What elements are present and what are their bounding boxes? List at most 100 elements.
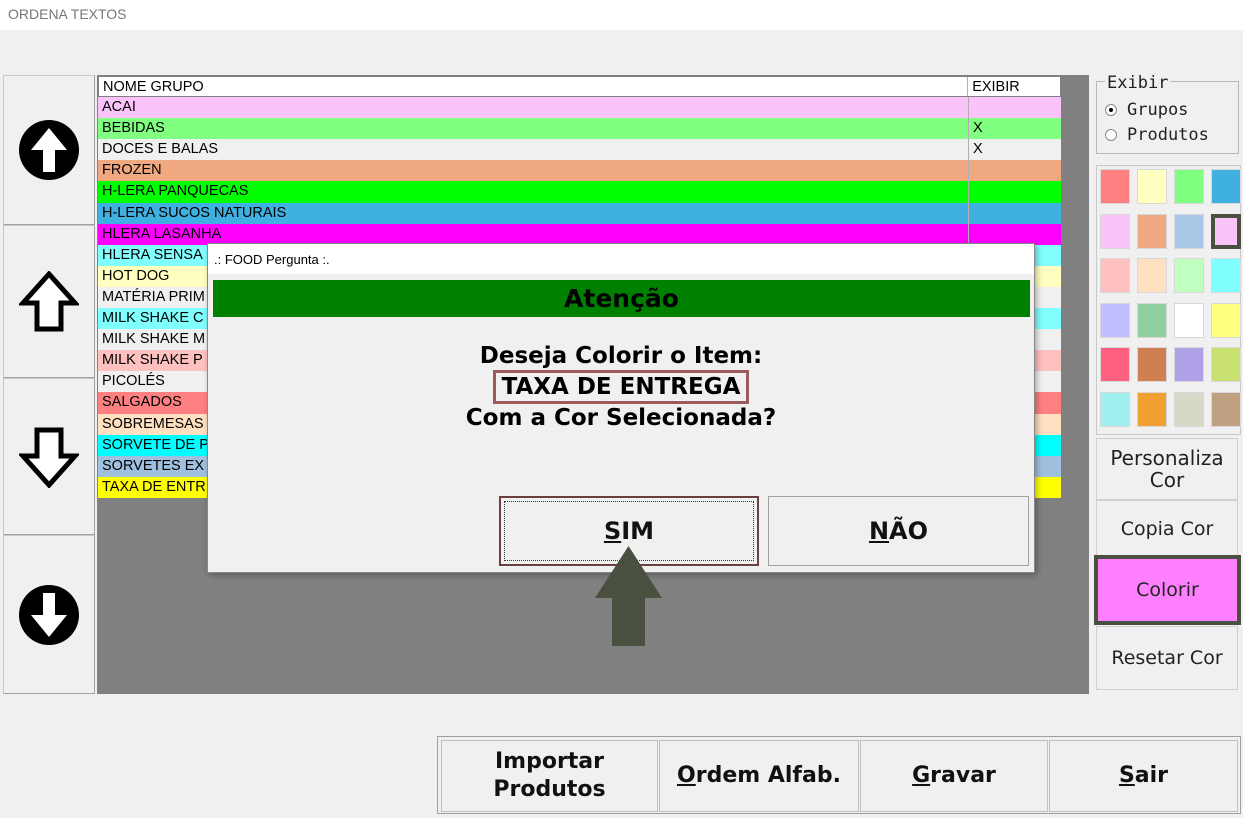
ordem-alfab-rest: rdem Alfab. (695, 763, 841, 788)
table-row[interactable]: DOCES E BALAS X (98, 139, 1061, 161)
move-top-button[interactable] (3, 75, 95, 225)
color-swatch[interactable] (1137, 391, 1167, 427)
row-exibir (969, 181, 1061, 202)
move-up-button[interactable] (3, 225, 95, 378)
color-swatch[interactable] (1211, 302, 1241, 338)
move-down-button[interactable] (3, 378, 95, 535)
color-swatch[interactable] (1137, 302, 1167, 338)
exibir-legend: Exibir (1105, 73, 1171, 93)
color-swatch[interactable] (1100, 302, 1130, 338)
move-bottom-button[interactable] (3, 535, 95, 694)
color-swatch[interactable] (1174, 258, 1204, 293)
gravar-mnemonic: G (912, 763, 931, 788)
table-row[interactable]: ACAI (98, 97, 1061, 119)
row-nome-grupo: ACAI (98, 97, 969, 119)
grid-header: NOME GRUPO EXIBIR (98, 76, 1061, 98)
arrow-up-outline-icon (19, 270, 79, 331)
color-swatch[interactable] (1174, 347, 1204, 382)
color-swatch[interactable] (1100, 169, 1130, 204)
arrow-up-circle-icon (19, 120, 79, 180)
importar-produtos-button[interactable]: Importar Produtos (441, 740, 658, 812)
window-title: ORDENA TEXTOS (8, 6, 127, 22)
row-exibir (969, 97, 1061, 118)
dialog-banner: Atenção (213, 280, 1030, 317)
nao-mnemonic: N (868, 517, 890, 545)
row-exibir: X (973, 141, 983, 158)
gravar-label: Gravar (912, 762, 996, 790)
ordem-alfab-button[interactable]: Ordem Alfab. (659, 740, 859, 812)
table-row[interactable]: H-LERA PANQUECAS (98, 181, 1061, 203)
row-exibir: X (973, 120, 983, 137)
exibir-group: Exibir Grupos Produtos (1096, 73, 1239, 154)
color-swatch[interactable] (1137, 258, 1167, 293)
row-nome-grupo: DOCES E BALAS (98, 139, 969, 161)
personaliza-cor-button[interactable]: Personaliza Cor (1096, 438, 1238, 500)
row-nome-grupo: FROZEN (98, 160, 969, 182)
color-swatch[interactable] (1174, 169, 1204, 204)
pointer-arrow-icon (595, 546, 662, 646)
colorir-label: Colorir (1136, 579, 1199, 601)
color-swatch[interactable] (1211, 391, 1241, 427)
title-bar: ORDENA TEXTOS (0, 0, 1243, 30)
color-swatch[interactable] (1211, 169, 1241, 204)
ordem-alfab-label: Ordem Alfab. (677, 762, 841, 790)
radio-grupos-label: Grupos (1127, 100, 1189, 120)
personaliza-cor-label: Personaliza Cor (1110, 446, 1224, 492)
table-row[interactable]: BEBIDAS X (98, 118, 1061, 140)
dialog-banner-text: Atenção (564, 284, 679, 313)
radio-produtos-label: Produtos (1127, 125, 1209, 145)
gravar-rest: ravar (930, 763, 996, 788)
color-swatch[interactable] (1100, 347, 1130, 382)
sair-mnemonic: S (1118, 763, 1135, 788)
dialog-line3: Com a Cor Selecionada? (465, 405, 777, 431)
radio-grupos-indicator[interactable] (1105, 104, 1117, 116)
row-nome-grupo: H-LERA SUCOS NATURAIS (98, 202, 969, 224)
copia-cor-label: Copia Cor (1120, 518, 1214, 540)
table-row[interactable]: H-LERA SUCOS NATURAIS (98, 202, 1061, 224)
table-row[interactable]: FROZEN (98, 160, 1061, 182)
dialog-line1: Deseja Colorir o Item: (479, 343, 763, 369)
color-swatch[interactable] (1174, 213, 1204, 249)
sair-rest: air (1134, 763, 1169, 788)
color-swatch[interactable] (1137, 213, 1167, 249)
nao-rest: ÃO (889, 517, 929, 545)
resetar-cor-label: Resetar Cor (1111, 647, 1223, 669)
ordem-alfab-mnemonic: O (677, 763, 696, 788)
row-exibir (969, 224, 1061, 245)
color-swatch[interactable] (1137, 169, 1167, 204)
row-exibir (969, 203, 1061, 224)
header-nome-grupo[interactable]: NOME GRUPO (99, 77, 969, 97)
color-swatch[interactable] (1100, 258, 1130, 293)
color-swatch[interactable] (1211, 258, 1241, 293)
resetar-cor-button[interactable]: Resetar Cor (1096, 626, 1238, 690)
dialog-title: .: FOOD Pergunta :. (208, 244, 1034, 274)
color-swatch[interactable] (1174, 391, 1204, 427)
color-swatch[interactable] (1137, 347, 1167, 382)
radio-produtos[interactable]: Produtos (1105, 125, 1209, 145)
radio-produtos-indicator[interactable] (1105, 129, 1117, 141)
color-swatch[interactable] (1174, 302, 1204, 338)
importar-produtos-label: Importar Produtos (493, 749, 606, 802)
nav-panel (3, 75, 95, 694)
color-swatch[interactable] (1211, 213, 1241, 249)
sair-label: Sair (1119, 762, 1168, 790)
color-swatch[interactable] (1211, 347, 1241, 382)
header-exibir[interactable]: EXIBIR (968, 77, 1060, 96)
row-nome-grupo: BEBIDAS (98, 118, 969, 140)
sair-button[interactable]: Sair (1049, 740, 1238, 812)
dialog-item-row: TAXA DE ENTREGA (208, 370, 1034, 404)
arrow-down-outline-icon (19, 427, 79, 488)
table-row[interactable]: HLERA LASANHA (98, 223, 1061, 245)
row-nome-grupo: H-LERA PANQUECAS (98, 181, 969, 203)
gravar-button[interactable]: Gravar (860, 740, 1048, 812)
color-palette (1096, 165, 1241, 435)
copia-cor-button[interactable]: Copia Cor (1096, 500, 1238, 558)
dialog-item-name: TAXA DE ENTREGA (492, 370, 750, 404)
confirm-dialog: .: FOOD Pergunta :. Atenção Deseja Color… (207, 243, 1035, 573)
colorir-button[interactable]: Colorir (1094, 555, 1241, 625)
radio-grupos[interactable]: Grupos (1105, 100, 1188, 120)
color-swatch[interactable] (1100, 213, 1130, 249)
nao-button[interactable]: NÃO (768, 496, 1029, 566)
color-swatch[interactable] (1100, 391, 1130, 427)
nao-label: NÃO (869, 517, 928, 545)
